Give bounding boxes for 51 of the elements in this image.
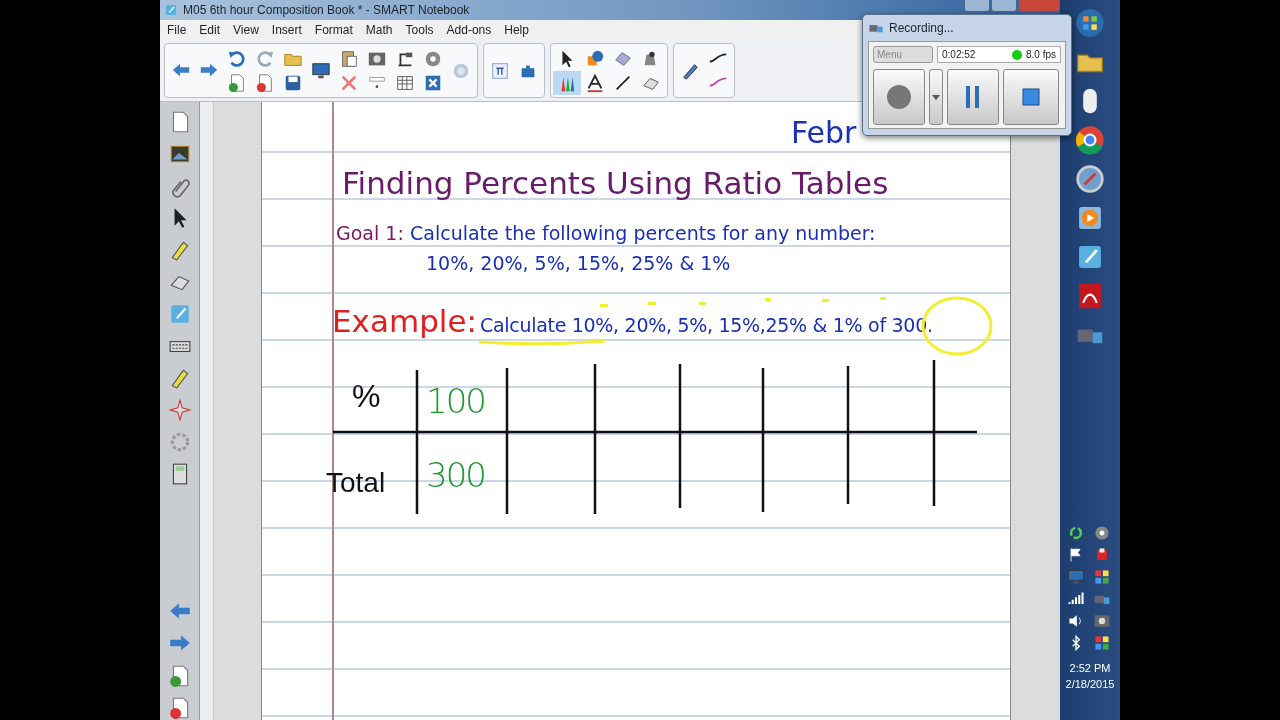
browser-icon[interactable] bbox=[1075, 125, 1105, 155]
handwritten-number: 300 bbox=[426, 454, 485, 497]
text-icon[interactable] bbox=[585, 72, 605, 93]
menu-item[interactable]: View bbox=[233, 21, 259, 39]
clock-date: 2/18/2015 bbox=[1065, 676, 1115, 692]
clock-time: 2:52 PM bbox=[1068, 661, 1112, 677]
caret-icon bbox=[932, 94, 940, 100]
maximize-button[interactable] bbox=[991, 0, 1017, 12]
record-icon bbox=[886, 84, 912, 110]
pause-button[interactable] bbox=[947, 69, 999, 125]
recorder-title: Recording... bbox=[889, 20, 954, 37]
menu-item[interactable]: Help bbox=[504, 21, 529, 39]
goal-label: Goal 1: bbox=[336, 221, 404, 246]
menu-item[interactable]: Format bbox=[314, 21, 353, 39]
status-dot bbox=[1011, 49, 1022, 60]
goal-list: 10%, 20%, 5%, 15%, 25% & 1% bbox=[426, 249, 731, 278]
stop-icon bbox=[1022, 88, 1040, 106]
pi-icon[interactable] bbox=[490, 60, 510, 81]
delete-page-icon[interactable] bbox=[255, 72, 275, 93]
menu-item[interactable]: Tools bbox=[405, 21, 434, 39]
handwritten-number: 100 bbox=[426, 380, 485, 423]
tiles-icon[interactable] bbox=[1093, 634, 1111, 653]
app-icon bbox=[164, 3, 178, 17]
example-label: Example: bbox=[332, 304, 477, 339]
start-icon[interactable] bbox=[1075, 8, 1105, 38]
paste-icon[interactable] bbox=[339, 48, 359, 69]
row-label: Total bbox=[326, 466, 386, 500]
crosshair-icon[interactable] bbox=[167, 398, 192, 422]
minimize-button[interactable] bbox=[964, 0, 990, 12]
menu-item[interactable]: File bbox=[167, 21, 187, 39]
menu-item[interactable]: Add-ons bbox=[446, 21, 492, 39]
add-page-icon[interactable] bbox=[227, 72, 247, 93]
dropdown-button[interactable] bbox=[929, 69, 943, 125]
elapsed-time: 0:02:52 bbox=[942, 48, 976, 62]
stop-button[interactable] bbox=[1003, 69, 1059, 125]
menu-item[interactable]: Math bbox=[365, 21, 393, 39]
record-button[interactable] bbox=[873, 69, 925, 125]
menu-item[interactable]: Edit bbox=[199, 21, 221, 39]
goal-text: Calculate the following percents for any number: bbox=[410, 221, 876, 246]
row-label: % bbox=[352, 377, 381, 416]
compass-icon[interactable] bbox=[1075, 164, 1105, 194]
undo-icon[interactable] bbox=[227, 48, 247, 69]
window-title: M05 6th hour Composition Book * - SMART Notebook bbox=[183, 2, 470, 19]
tiles-icon[interactable] bbox=[1093, 568, 1111, 587]
date-text: Febr bbox=[791, 114, 857, 152]
page-title: Finding Percents Using Ratio Tables bbox=[342, 164, 889, 203]
monitor-icon[interactable] bbox=[311, 60, 331, 81]
scrollbar[interactable] bbox=[200, 102, 214, 720]
frame-rate: 8.0 fps bbox=[1025, 48, 1056, 62]
menu-item[interactable]: Insert bbox=[271, 21, 302, 39]
pause-icon bbox=[965, 85, 981, 109]
